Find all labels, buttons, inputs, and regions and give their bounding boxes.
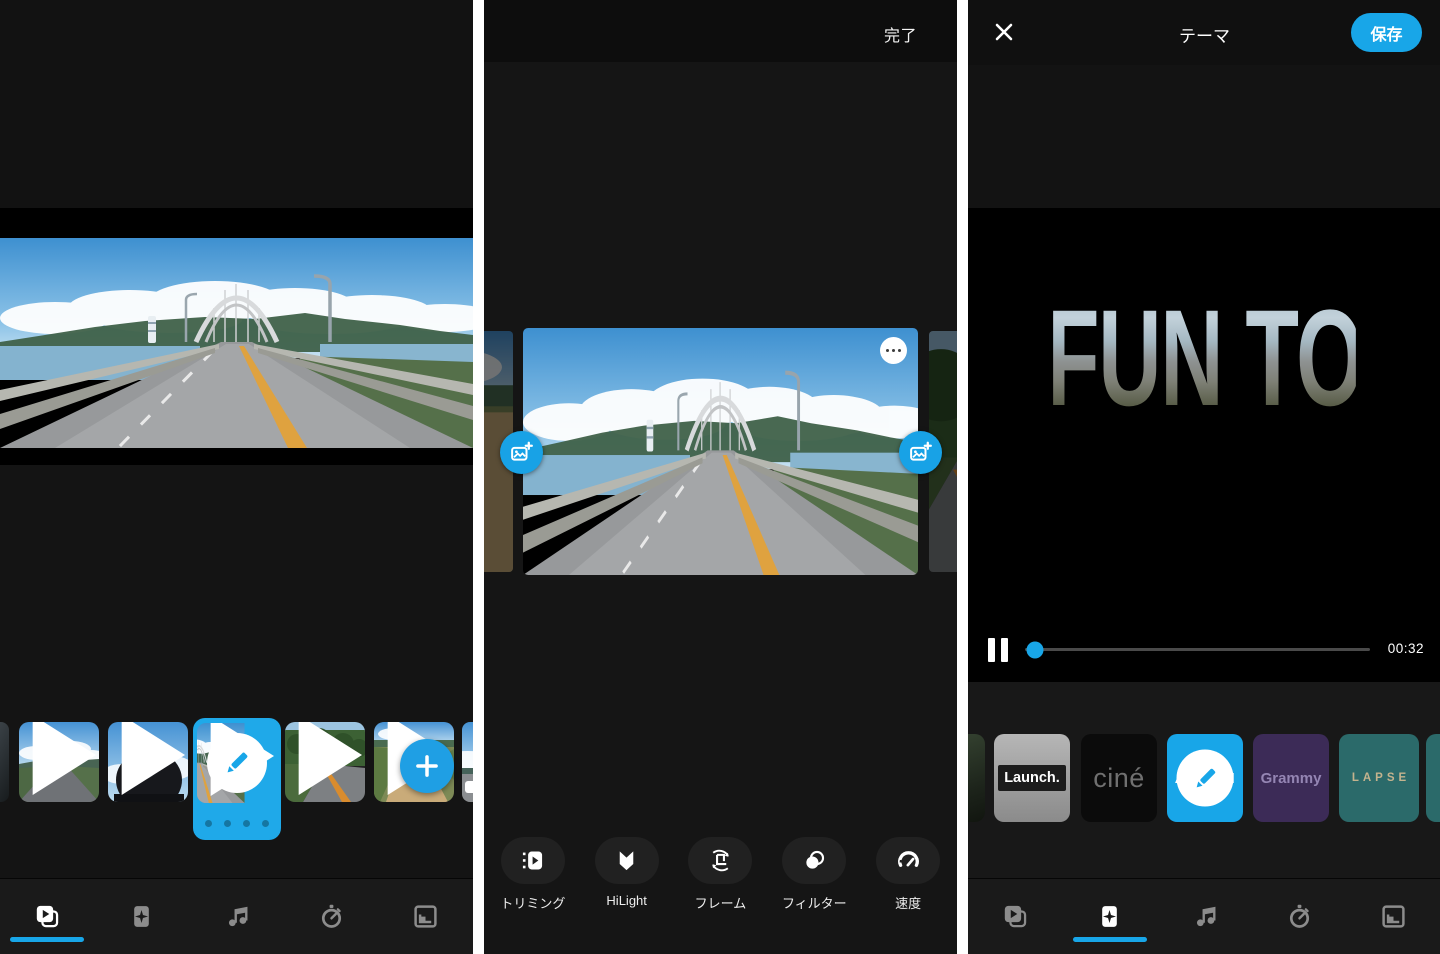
play-badge-icon [115,722,188,795]
clip-thumbnail-road-tower[interactable] [19,722,99,802]
tab-format[interactable] [378,879,473,954]
done-button[interactable]: 完了 [884,22,917,46]
tool-trim[interactable]: トリミング [488,837,578,912]
music-note-icon [223,903,250,930]
stopwatch-icon [1286,903,1313,930]
theme-thumbnail-partial-right[interactable] [1426,734,1440,822]
add-clip-after-button[interactable] [899,431,942,474]
add-media-icon [509,440,534,465]
save-button[interactable]: 保存 [1351,13,1422,52]
active-tab-underline [1073,937,1147,942]
seek-knob[interactable] [1027,641,1044,658]
selected-clip-preview[interactable] [523,328,918,575]
add-clip-before-button[interactable] [500,431,543,474]
tool-hilight[interactable]: HiLight [582,837,672,912]
clips-icon [1002,903,1029,930]
tool-filter[interactable]: フィルター [769,837,859,912]
format-icon [1380,903,1407,930]
panel3-topbar: テーマ 保存 [968,0,1440,65]
theme-thumbnail-cine[interactable]: ciné [1081,734,1157,822]
add-clip-button[interactable] [400,739,454,793]
clip-tools-row: トリミング HiLight フレーム フィルター 速度 [484,837,957,912]
video-player-area[interactable] [0,208,473,465]
bottom-navbar [0,878,473,954]
clip-strip [484,328,957,575]
theme-gallery: Launch. ciné ACTION Grammy LAPSE [968,682,1440,879]
tab-format[interactable] [1346,879,1440,954]
theme-label: ciné [1093,763,1145,794]
panel2-topbar: 完了 [484,0,957,62]
ellipsis-icon [886,349,890,353]
tool-label: フレーム [695,893,747,912]
tool-label: トリミング [500,893,565,912]
stopwatch-icon [318,903,345,930]
theme-icon [128,903,155,930]
seek-bar[interactable] [1025,648,1370,651]
tab-music[interactable] [1157,879,1252,954]
panel-video-editor [0,0,473,954]
theme-thumbnail-grammy[interactable]: Grammy [1253,734,1329,822]
tab-duration[interactable] [284,879,379,954]
active-tab-underline [10,937,84,942]
screenshot-composite: 完了 トリミング [0,0,1440,954]
tool-frame[interactable]: フレーム [675,837,765,912]
theme-label: Grammy [1261,770,1322,787]
theme-thumbnail-lapse[interactable]: LAPSE [1339,734,1419,822]
tab-theme[interactable] [95,879,190,954]
playback-time: 00:32 [1388,641,1424,656]
theme-label: LAPSE [1352,772,1410,784]
theme-preview-player[interactable]: FUN TO 00:32 [968,208,1440,682]
pause-button[interactable] [988,638,1008,662]
clip-thumbnail-partial-left[interactable] [0,722,9,802]
theme-thumbnail-launch[interactable]: Launch. [994,734,1070,822]
hilight-tag-icon [614,848,639,873]
tab-clips[interactable] [968,879,1063,954]
bottom-navbar [968,878,1440,954]
clips-icon [34,903,61,930]
theme-icon [1096,903,1123,930]
tool-label: HiLight [606,893,646,908]
clip-thumbnail-partial-right[interactable] [462,722,473,802]
clip-thumbnail-tree-road[interactable] [285,722,365,802]
tab-theme[interactable] [1063,879,1158,954]
panel1-top-background [0,0,473,208]
tool-speed[interactable]: 速度 [863,837,953,912]
video-preview-image [0,238,473,448]
tool-label: 速度 [895,893,921,912]
tab-clips[interactable] [0,879,95,954]
music-note-icon [1191,903,1218,930]
play-badge-icon [26,722,99,795]
theme-thumbnail-action-selected[interactable]: ACTION [1167,734,1243,822]
theme-thumbnail-partial-left[interactable] [968,734,985,822]
panel-theme-picker: テーマ 保存 FUN TO 00:32 Launch. ciné ACTION [968,0,1440,954]
plus-icon [413,752,441,780]
save-button-label: 保存 [1370,21,1402,45]
format-icon [412,903,439,930]
panel-clip-editor: 完了 トリミング [484,0,957,954]
clip-more-options-button[interactable] [880,337,907,364]
pencil-icon [1190,763,1220,793]
speed-gauge-icon [896,848,921,873]
theme-label: Launch. [998,765,1066,791]
filter-icon [802,848,827,873]
clip-thumbnail-selected[interactable] [193,718,281,840]
clip-thumbnail-helmet-selfie[interactable] [108,722,188,802]
play-badge-icon [292,722,365,795]
tab-music[interactable] [189,879,284,954]
pencil-icon [221,747,253,779]
edit-clip-button[interactable] [207,733,267,793]
edit-theme-button[interactable] [1177,750,1234,807]
add-media-icon [908,440,933,465]
partial-badge [465,781,473,793]
tool-label: フィルター [782,893,847,912]
tab-duration[interactable] [1252,879,1347,954]
video-title-overlay: FUN TO [1053,286,1356,431]
page-dots [193,820,281,827]
panel3-upper-background [968,65,1440,208]
trim-icon [520,848,545,873]
crop-rotate-icon [708,848,733,873]
